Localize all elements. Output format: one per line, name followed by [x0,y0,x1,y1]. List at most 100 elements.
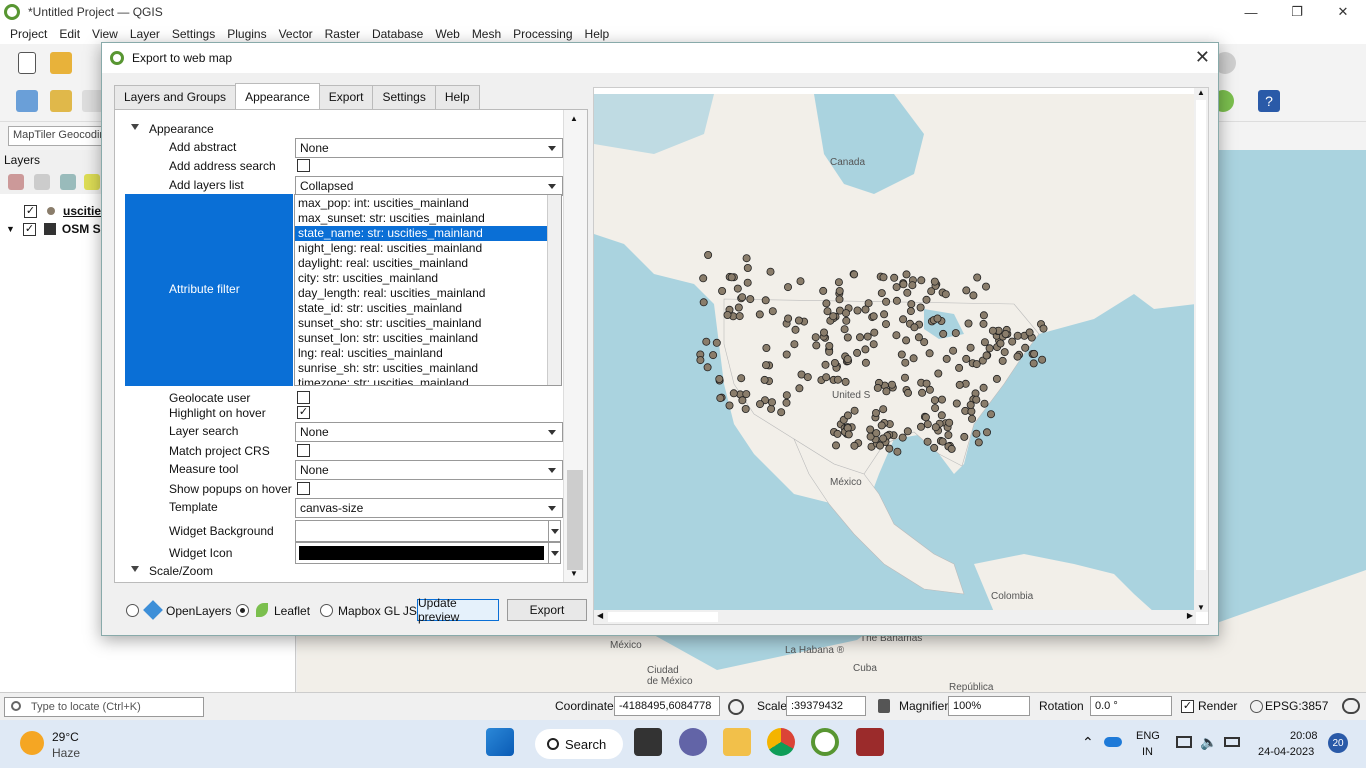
city-point[interactable] [755,400,764,409]
city-point[interactable] [899,280,908,289]
city-point[interactable] [755,310,764,319]
city-point[interactable] [903,427,912,436]
archive-app-icon[interactable] [856,728,884,756]
crs-label[interactable]: EPSG:3857 [1265,699,1328,713]
coordinate-field[interactable]: -4188495,6084778 [614,696,720,716]
city-point[interactable] [841,377,850,386]
city-point[interactable] [1025,328,1034,337]
region-code[interactable]: IN [1142,746,1153,758]
list-item[interactable]: max_pop: int: uscities_mainland [295,196,561,211]
city-point[interactable] [879,273,888,282]
city-point[interactable] [783,283,792,292]
add-address-search-checkbox[interactable] [297,159,310,172]
city-point[interactable] [917,276,926,285]
map-preview[interactable]: Canada United S México Colombia ▲ ▼ ◀ ▶ [593,87,1209,625]
city-point[interactable] [840,325,849,334]
city-point[interactable] [834,278,843,287]
city-point[interactable] [864,299,873,308]
city-point[interactable] [907,300,916,309]
city-point[interactable] [718,286,727,295]
tab-layers-and-groups[interactable]: Layers and Groups [114,85,237,109]
city-point[interactable] [887,380,896,389]
city-point[interactable] [835,295,844,304]
crs-globe-icon[interactable] [1250,700,1263,713]
scrollbar-thumb[interactable] [1196,100,1206,570]
city-point[interactable] [955,380,964,389]
city-point[interactable] [892,296,901,305]
city-point[interactable] [873,383,882,392]
export-button[interactable]: Export [507,599,587,621]
menu-view[interactable]: View [92,27,118,41]
layer-checkbox[interactable]: ✓ [22,222,36,236]
city-point[interactable] [1001,329,1010,338]
city-point[interactable] [812,341,821,350]
city-point[interactable] [870,328,879,337]
city-point[interactable] [703,363,712,372]
appearance-group[interactable]: Appearance [125,120,563,139]
dialog-close-button[interactable]: ✕ [1195,47,1210,68]
city-point[interactable] [947,444,956,453]
measure-tool-select[interactable]: None [295,460,563,480]
menu-web[interactable]: Web [435,27,459,41]
city-point[interactable] [843,333,852,342]
city-point[interactable] [967,414,976,423]
city-point[interactable] [923,420,932,429]
volume-icon[interactable]: 🔈 [1200,734,1217,751]
locate-input[interactable]: Type to locate (Ctrl+K) [4,697,204,717]
city-point[interactable] [934,369,943,378]
city-point[interactable] [1008,337,1017,346]
list-item[interactable]: timezone: str: uscities_mainland [295,376,561,385]
city-point[interactable] [972,395,981,404]
chevron-up-icon[interactable]: ⌃ [1082,734,1094,751]
city-point[interactable] [892,283,901,292]
expand-arrow-icon[interactable]: ▼ [6,224,15,234]
dropdown-icon[interactable] [548,521,560,541]
scale-zoom-group[interactable]: Scale/Zoom [125,562,563,581]
list-item[interactable]: daylight: real: uscities_mainland [295,256,561,271]
city-point[interactable] [725,401,734,410]
city-point[interactable] [819,286,828,295]
city-point[interactable] [893,447,902,456]
city-point[interactable] [931,404,940,413]
city-point[interactable] [1000,348,1009,357]
list-item[interactable]: sunset_lon: str: uscities_mainland [295,331,561,346]
preview-horizontal-scrollbar[interactable]: ◀ ▶ [594,610,1196,624]
tab-help[interactable]: Help [434,85,480,109]
filter-icon[interactable] [84,174,100,190]
coordinate-toggle-icon[interactable] [728,699,744,715]
list-item[interactable]: day_length: real: uscities_mainland [295,286,561,301]
layer-search-select[interactable]: None [295,422,563,442]
city-point[interactable] [902,270,911,279]
city-point[interactable] [761,296,770,305]
panel-scrollbar[interactable]: ▲ ▼ [563,110,587,582]
city-point[interactable] [768,307,777,316]
city-point[interactable] [760,375,769,384]
start-icon[interactable] [486,728,514,756]
city-point[interactable] [937,411,946,420]
city-point[interactable] [784,314,793,323]
city-point[interactable] [945,418,954,427]
city-point[interactable] [985,344,994,353]
city-point[interactable] [966,343,975,352]
city-point[interactable] [746,295,755,304]
city-point[interactable] [743,263,752,272]
city-point[interactable] [699,274,708,283]
city-point[interactable] [729,389,738,398]
battery-icon[interactable] [1224,737,1240,747]
city-point[interactable] [853,306,862,315]
maximize-button[interactable]: ❐ [1274,0,1320,24]
city-point[interactable] [910,323,919,332]
city-point[interactable] [823,307,832,316]
city-point[interactable] [1013,352,1022,361]
city-point[interactable] [803,373,812,382]
city-point[interactable] [699,298,708,307]
city-point[interactable] [892,331,901,340]
city-point[interactable] [879,434,888,443]
layer-uscities[interactable]: ✓ uscitie [24,202,101,220]
city-point[interactable] [902,336,911,345]
scroll-up-icon[interactable]: ▲ [1197,88,1205,97]
list-item[interactable]: state_id: str: uscities_mainland [295,301,561,316]
geocoder-input[interactable]: MapTiler Geocodin [8,126,108,146]
city-point[interactable] [979,383,988,392]
menu-vector[interactable]: Vector [279,27,313,41]
